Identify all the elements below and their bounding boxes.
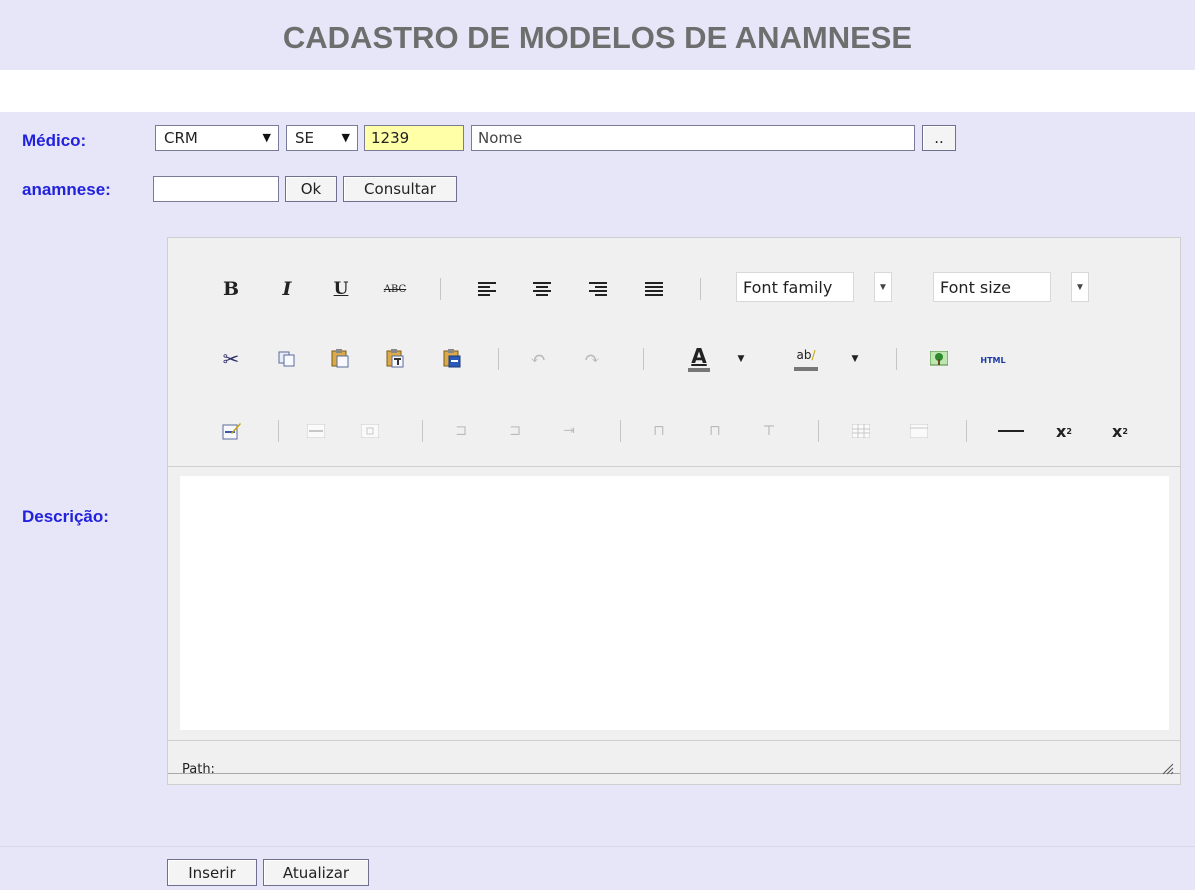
crm-type-value: CRM [164, 129, 198, 147]
superscript-icon[interactable]: x2 [1108, 418, 1132, 444]
editor-content-area[interactable] [180, 476, 1169, 730]
toolbar-border [168, 466, 1180, 467]
strikethrough-icon[interactable]: ABC [382, 276, 408, 302]
align-left-icon[interactable] [475, 276, 499, 302]
crm-type-select[interactable]: CRM ▼ [155, 125, 279, 151]
row-props-icon[interactable] [304, 418, 328, 444]
insert-row-before-icon[interactable]: ⊐ [448, 418, 474, 444]
underline-icon[interactable]: U [330, 276, 352, 302]
paste-icon[interactable] [328, 344, 352, 372]
lookup-button[interactable]: .. [922, 125, 956, 151]
ok-button[interactable]: Ok [285, 176, 337, 202]
toolbar-separator [700, 278, 701, 300]
title-bar: CADASTRO DE MODELOS DE ANAMNESE [0, 0, 1195, 70]
italic-icon[interactable]: I [276, 276, 298, 302]
crm-number-input[interactable]: 1239 [364, 125, 464, 151]
align-center-icon[interactable] [530, 276, 554, 302]
consultar-button[interactable]: Consultar [343, 176, 457, 202]
descricao-label: Descrição: [22, 507, 109, 526]
doctor-name-input[interactable]: Nome [471, 125, 915, 151]
insert-col-after-icon[interactable]: ⊓ [702, 418, 728, 444]
insert-col-before-icon[interactable]: ⊓ [646, 418, 672, 444]
path-underline [168, 773, 1180, 774]
merge-cells-icon[interactable] [906, 418, 932, 444]
font-size-select[interactable]: Font size [933, 272, 1051, 302]
path-label: Path: [182, 762, 215, 777]
align-justify-icon[interactable] [642, 276, 666, 302]
anamnese-label: anamnese: [22, 180, 111, 199]
rich-text-editor: B I U ABC Font family ▼ Font size ▼ ✂ ↶ … [167, 237, 1181, 785]
chevron-down-icon: ▼ [262, 131, 271, 144]
delete-col-icon[interactable]: ⊤ [756, 418, 782, 444]
toolbar-separator [498, 348, 499, 370]
inserir-button[interactable]: Inserir [167, 859, 257, 886]
copy-icon[interactable] [276, 346, 298, 372]
uf-value: SE [295, 129, 314, 147]
atualizar-button[interactable]: Atualizar [263, 859, 369, 886]
horizontal-rule-icon[interactable] [994, 418, 1028, 444]
status-border [168, 740, 1180, 741]
anamnese-input[interactable] [153, 176, 279, 202]
toolbar-separator [966, 420, 967, 442]
undo-icon[interactable]: ↶ [526, 346, 550, 372]
subscript-icon[interactable]: x2 [1052, 418, 1076, 444]
toolbar-separator [620, 420, 621, 442]
toolbar-separator [278, 420, 279, 442]
paste-word-icon[interactable] [440, 344, 464, 372]
delete-row-icon[interactable]: ⇥ [556, 418, 582, 444]
resize-handle-icon[interactable] [1162, 762, 1174, 778]
toolbar-separator [643, 348, 644, 370]
toolbar-separator [440, 278, 441, 300]
chevron-down-icon: ▼ [341, 131, 350, 144]
text-color-icon[interactable]: A [686, 342, 712, 376]
bottom-separator [0, 846, 1195, 847]
cell-props-icon[interactable] [358, 418, 382, 444]
image-icon[interactable] [928, 346, 950, 372]
font-family-select[interactable]: Font family [736, 272, 854, 302]
toolbar-separator [422, 420, 423, 442]
doctor-name-placeholder: Nome [478, 129, 523, 147]
toolbar-separator [896, 348, 897, 370]
visual-aid-icon[interactable] [220, 418, 244, 444]
page-title: CADASTRO DE MODELOS DE ANAMNESE [282, 20, 913, 55]
split-cells-icon[interactable] [848, 418, 874, 444]
medico-label: Médico: [22, 131, 87, 150]
chevron-down-icon[interactable]: ▼ [1071, 272, 1089, 302]
redo-icon[interactable]: ↷ [580, 346, 604, 372]
toolbar-separator [818, 420, 819, 442]
align-right-icon[interactable] [586, 276, 610, 302]
chevron-down-icon[interactable]: ▼ [734, 348, 748, 370]
scissors-icon[interactable]: ✂ [220, 346, 242, 372]
bold-icon[interactable]: B [220, 276, 242, 302]
uf-select[interactable]: SE ▼ [286, 125, 358, 151]
chevron-down-icon[interactable]: ▼ [848, 348, 862, 370]
highlight-color-icon[interactable]: ab/ [792, 342, 820, 376]
insert-row-after-icon[interactable]: ⊐ [502, 418, 528, 444]
paste-text-icon[interactable] [383, 344, 407, 372]
crm-number-value: 1239 [371, 129, 410, 147]
html-source-button[interactable]: HTML [978, 350, 1008, 370]
chevron-down-icon[interactable]: ▼ [874, 272, 892, 302]
